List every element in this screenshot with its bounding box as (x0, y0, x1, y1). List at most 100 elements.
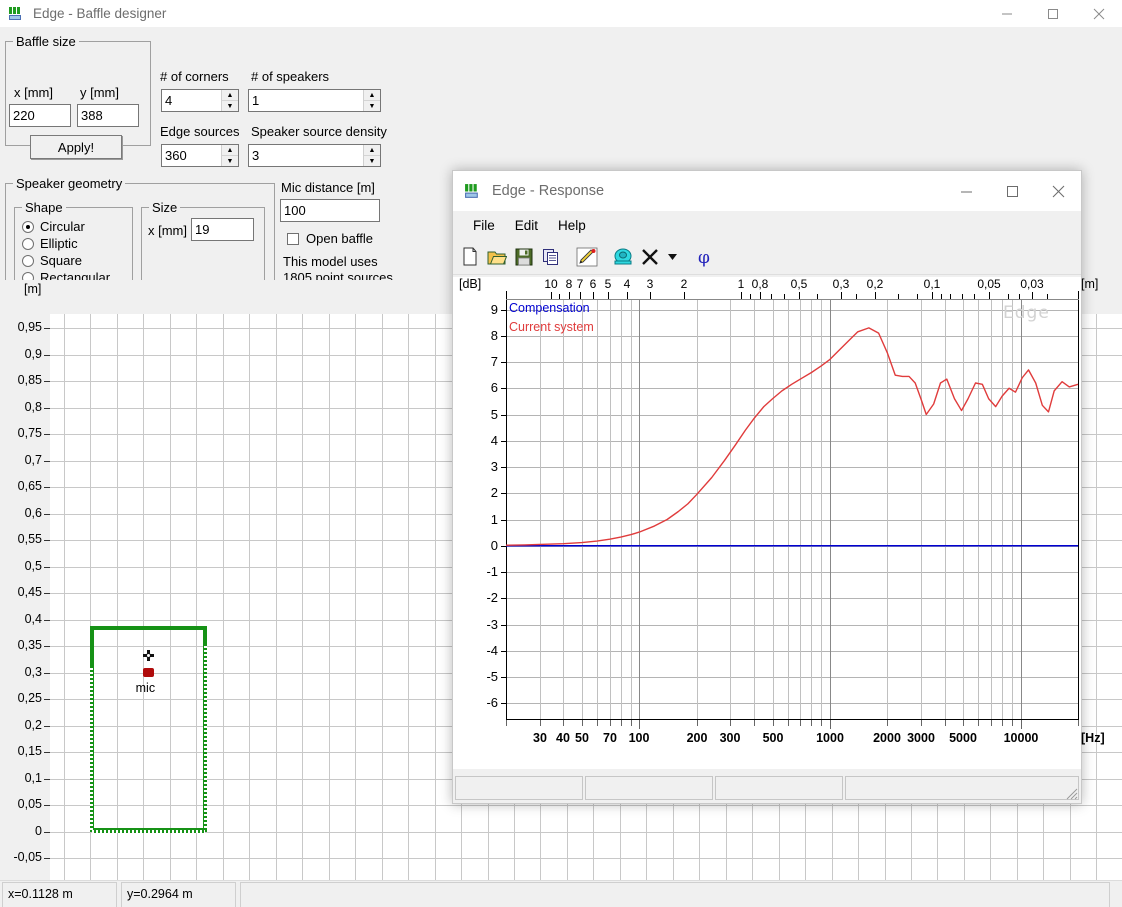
open-baffle-checkbox[interactable]: Open baffle (287, 231, 373, 246)
speaker-geometry-group-label: Speaker geometry (13, 176, 126, 191)
response-status-pane-2 (585, 776, 713, 800)
baffle-y-tick-label: -0,05 (13, 850, 43, 864)
phase-phi-icon[interactable]: φ (691, 244, 717, 269)
spinner-down-icon[interactable]: ▼ (222, 156, 238, 166)
speakers-spinner-arrows[interactable]: ▲ ▼ (363, 90, 380, 111)
baffle-y-tick (44, 752, 50, 753)
corners-spinner-arrows[interactable]: ▲ ▼ (221, 90, 238, 111)
spinner-down-icon[interactable]: ▼ (364, 101, 380, 111)
close-icon[interactable] (1076, 0, 1122, 27)
baffle-y-tick (44, 699, 50, 700)
baffle-y-tick-label: 0,6 (24, 506, 42, 520)
baffle-x-input[interactable]: 220 (9, 104, 71, 127)
application-root: Edge - Baffle designer Baffle size x [mm… (0, 0, 1122, 907)
frequency-response-chart[interactable]: 9 8 7 6 5 4 3 2 1 0 -1 -2 -3 -4 -5 -6 10 8 7 6 5 4 3 2 1 0,8 0,5 0,… (453, 277, 1105, 769)
size-x-input[interactable]: 19 (191, 218, 254, 241)
edge-app-icon (8, 6, 24, 22)
baffle-y-input[interactable]: 388 (77, 104, 139, 127)
maximize-icon[interactable] (989, 171, 1035, 211)
edge-source-dots (92, 829, 205, 833)
radio-selected-icon (22, 220, 34, 233)
apply-button-label: Apply! (57, 139, 95, 155)
mic-label: mic (135, 680, 156, 695)
baffle-grid-line-horizontal (50, 805, 1122, 806)
response-status-pane-3 (715, 776, 843, 800)
response-window[interactable]: Edge - Response File Edit Help φ 9 8 7 6… (452, 170, 1105, 804)
spinner-up-icon[interactable]: ▲ (364, 145, 380, 156)
baffle-y-tick-label: 0,75 (17, 426, 42, 440)
menu-file[interactable]: File (463, 216, 505, 235)
speaker-driver-icon[interactable] (610, 244, 636, 269)
response-window-title: Edge - Response (492, 183, 605, 199)
baffle-y-tick (44, 726, 50, 727)
mic-marker[interactable] (142, 667, 154, 677)
baffle-y-tick-label: 0,45 (17, 585, 42, 599)
baffle-y-tick (44, 540, 50, 541)
edit-pencil-icon[interactable] (574, 244, 600, 269)
baffle-size-group-label: Baffle size (13, 34, 79, 49)
apply-button[interactable]: Apply! (30, 135, 122, 159)
maximize-icon[interactable] (1030, 0, 1076, 27)
baffle-grid-line-vertical (408, 314, 409, 884)
spinner-down-icon[interactable]: ▼ (364, 156, 380, 166)
close-icon[interactable] (1035, 171, 1081, 211)
baffle-y-tick-label: 0 (35, 824, 42, 838)
spinner-up-icon[interactable]: ▲ (364, 90, 380, 101)
edge-sources-spinner[interactable]: 360 ▲ ▼ (161, 144, 239, 167)
baffle-y-tick-label: 0,95 (17, 320, 42, 334)
menu-edit[interactable]: Edit (505, 216, 548, 235)
minimize-icon[interactable] (984, 0, 1030, 27)
shape-radio-elliptic[interactable]: Elliptic (22, 236, 78, 251)
menu-help[interactable]: Help (548, 216, 596, 235)
shape-radio-circular[interactable]: Circular (22, 219, 85, 234)
response-window-controls (943, 171, 1081, 211)
resize-grip-icon[interactable] (1064, 786, 1078, 800)
baffle-y-tick-label: 0,7 (24, 453, 42, 467)
status-pane-info (240, 882, 1110, 907)
baffle-y-tick (44, 567, 50, 568)
open-folder-icon[interactable] (484, 244, 510, 269)
baffle-x-value: 220 (13, 108, 35, 123)
size-x-label: x [mm] (148, 223, 187, 238)
baffle-y-label: y [mm] (80, 85, 119, 100)
baffle-grid-line-vertical (382, 314, 383, 884)
shape-group-label: Shape (22, 200, 66, 215)
delete-x-icon[interactable] (637, 244, 663, 269)
save-disk-icon[interactable] (511, 244, 537, 269)
baffle-y-tick-label: 0,25 (17, 691, 42, 705)
corners-spinner[interactable]: 4 ▲ ▼ (161, 89, 239, 112)
mic-distance-input[interactable]: 100 (280, 199, 380, 222)
spinner-down-icon[interactable]: ▼ (222, 101, 238, 111)
baffle-y-tick (44, 461, 50, 462)
new-document-icon[interactable] (457, 244, 483, 269)
speaker-source-density-spinner[interactable]: 3 ▲ ▼ (248, 144, 381, 167)
spinner-up-icon[interactable]: ▲ (222, 90, 238, 101)
copy-icon[interactable] (538, 244, 564, 269)
chart-series-line (505, 327, 1079, 546)
baffle-y-tick (44, 328, 50, 329)
speaker-crosshair-icon[interactable] (142, 650, 155, 663)
chart-x-axis-unit: [Hz] (1081, 731, 1105, 745)
shape-radio-square[interactable]: Square (22, 253, 82, 268)
checkbox-unchecked-icon (287, 232, 299, 245)
edge-sources-label: Edge sources (160, 124, 240, 139)
svg-text:φ: φ (698, 248, 710, 267)
baffle-grid-line-vertical (64, 314, 65, 884)
speaker-source-density-label: Speaker source density (251, 124, 387, 139)
spinner-up-icon[interactable]: ▲ (222, 145, 238, 156)
speakers-spinner[interactable]: 1 ▲ ▼ (248, 89, 381, 112)
response-window-titlebar: Edge - Response (453, 171, 1081, 211)
baffle-y-tick-label: 0,85 (17, 373, 42, 387)
baffle-y-tick-label: 0,55 (17, 532, 42, 546)
status-pane-y: y=0.2964 m (121, 882, 236, 907)
speaker-source-density-spinner-arrows[interactable]: ▲ ▼ (363, 145, 380, 166)
edge-sources-spinner-arrows[interactable]: ▲ ▼ (221, 145, 238, 166)
baffle-y-tick (44, 381, 50, 382)
shape-label-circular: Circular (40, 219, 85, 234)
dropdown-arrow-icon[interactable] (664, 244, 681, 269)
baffle-y-tick-label: 0,65 (17, 479, 42, 493)
baffle-y-tick (44, 355, 50, 356)
response-chart-area: 9 8 7 6 5 4 3 2 1 0 -1 -2 -3 -4 -5 -6 10 8 7 6 5 4 3 2 1 0,8 0,5 0,… (453, 277, 1105, 769)
minimize-icon[interactable] (943, 171, 989, 211)
baffle-y-tick (44, 487, 50, 488)
